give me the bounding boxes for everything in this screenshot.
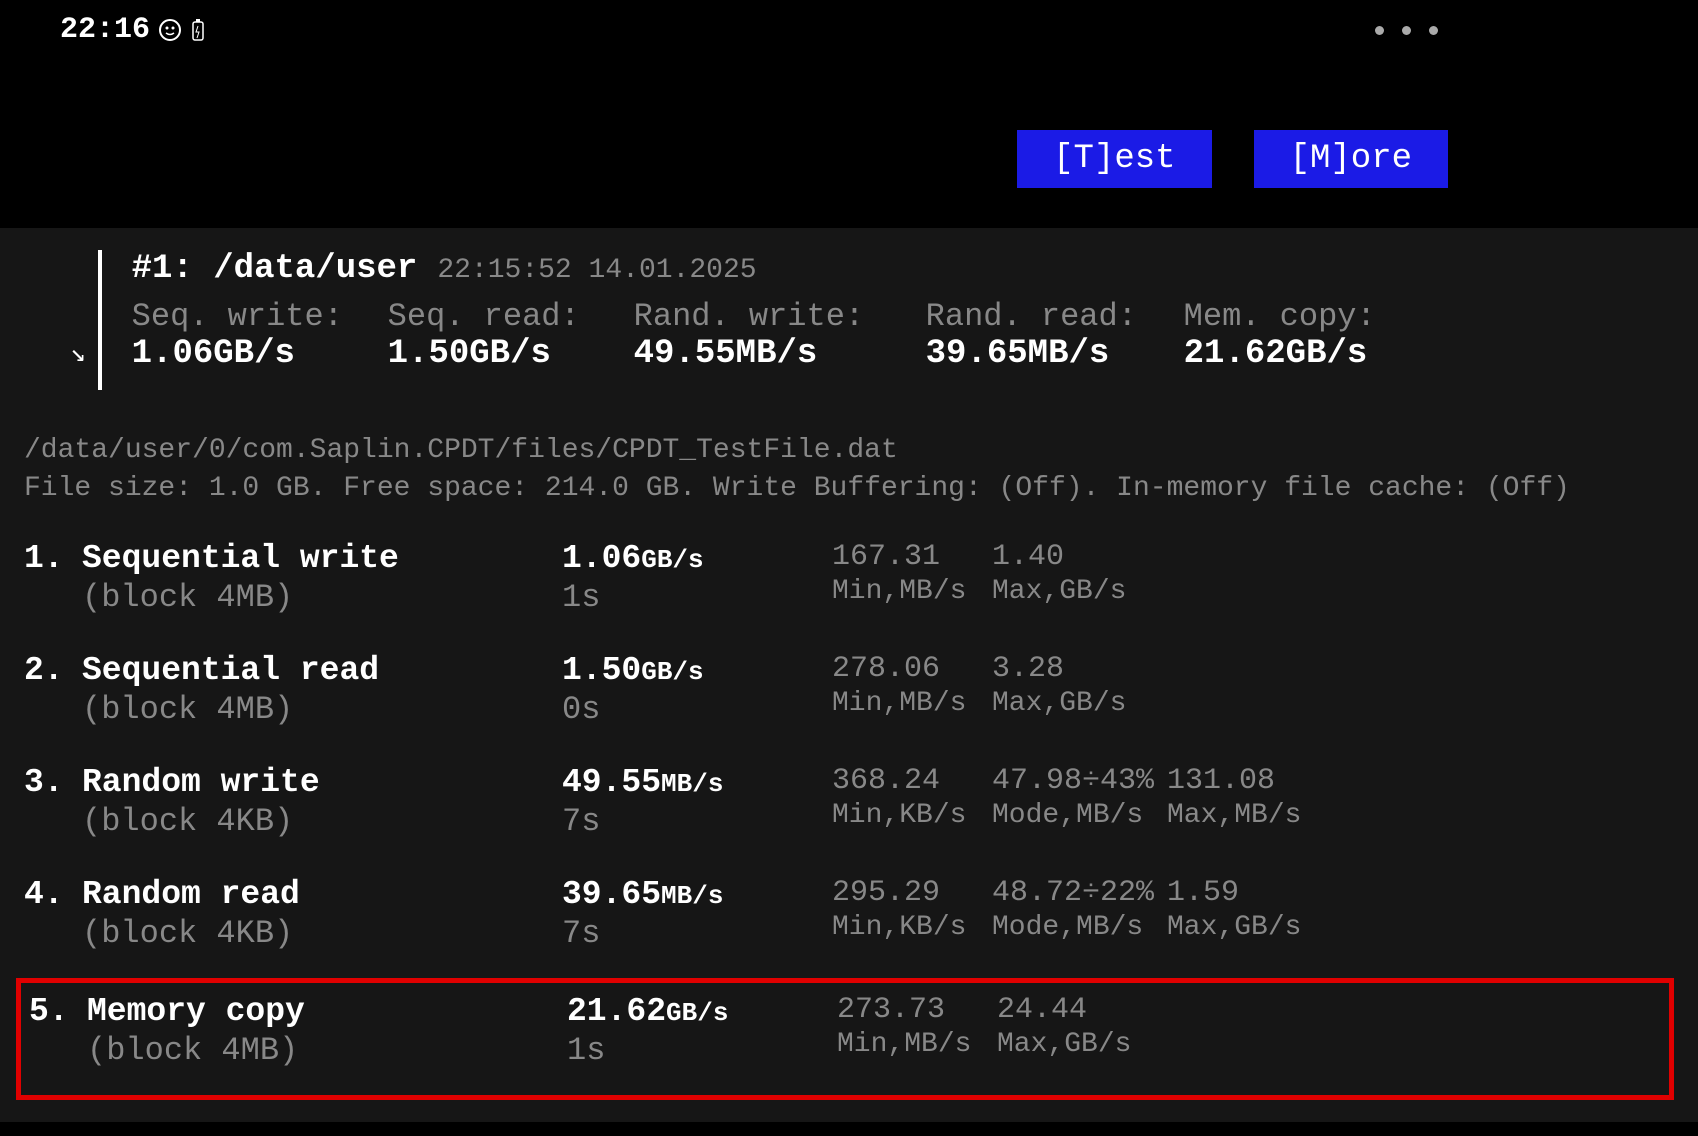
test-name: Sequential read xyxy=(82,652,562,689)
app-icon xyxy=(158,18,182,42)
status-left: 22:16 xyxy=(60,13,206,47)
status-bar: 22:16 xyxy=(0,0,1698,60)
arrow-down-right-icon: ↘ xyxy=(70,338,86,369)
metric-rand-write: Rand. write: 49.55MB/s xyxy=(634,298,926,373)
toolbar: [T]est [M]ore xyxy=(0,60,1698,228)
metrics-row: Seq. write: 1.06GB/s Seq. read: 1.50GB/s… xyxy=(132,298,1440,373)
test-duration: 1s xyxy=(562,579,832,616)
test-speed: 1.06 xyxy=(562,540,641,577)
test-name: Random read xyxy=(82,876,562,913)
test-block: (block 4MB) xyxy=(82,579,562,616)
metric-seq-write: Seq. write: 1.06GB/s xyxy=(132,298,388,373)
test-row-mem-copy: 5. Memory copy (block 4MB) 21.62GB/s 1s … xyxy=(16,978,1674,1100)
status-icons xyxy=(158,18,206,42)
result-summary: ↘ #1: /data/user 22:15:52 14.01.2025 Seq… xyxy=(24,250,1674,390)
test-block: (block 4KB) xyxy=(82,915,562,952)
test-speed: 39.65 xyxy=(562,876,661,913)
test-duration: 1s xyxy=(567,1032,837,1069)
run-label: #1: /data/user xyxy=(132,250,418,288)
more-button[interactable]: [M]ore xyxy=(1254,130,1448,188)
test-duration: 0s xyxy=(562,691,832,728)
test-name: Random write xyxy=(82,764,562,801)
metric-seq-read: Seq. read: 1.50GB/s xyxy=(388,298,634,373)
test-button[interactable]: [T]est xyxy=(1017,130,1211,188)
test-row-rand-read: 4. Random read (block 4KB) 39.65MB/s 7s … xyxy=(24,866,1674,978)
test-duration: 7s xyxy=(562,803,832,840)
content-area: ↘ #1: /data/user 22:15:52 14.01.2025 Seq… xyxy=(0,228,1698,1122)
test-row-seq-read: 2. Sequential read (block 4MB) 1.50GB/s … xyxy=(24,642,1674,754)
file-info: /data/user/0/com.Saplin.CPDT/files/CPDT_… xyxy=(24,432,1674,508)
tests-list: 1. Sequential write (block 4MB) 1.06GB/s… xyxy=(24,530,1674,1100)
test-speed: 1.50 xyxy=(562,652,641,689)
test-speed: 21.62 xyxy=(567,993,666,1030)
battery-icon xyxy=(190,18,206,42)
clock: 22:16 xyxy=(60,13,150,47)
vertical-divider xyxy=(98,250,102,390)
test-row-rand-write: 3. Random write (block 4KB) 49.55MB/s 7s… xyxy=(24,754,1674,866)
test-block: (block 4MB) xyxy=(82,691,562,728)
overflow-menu-icon[interactable] xyxy=(1375,26,1438,35)
test-speed: 49.55 xyxy=(562,764,661,801)
test-duration: 7s xyxy=(562,915,832,952)
metric-rand-read: Rand. read: 39.65MB/s xyxy=(926,298,1184,373)
file-path: /data/user/0/com.Saplin.CPDT/files/CPDT_… xyxy=(24,432,1674,470)
metric-mem-copy: Mem. copy: 21.62GB/s xyxy=(1184,298,1440,373)
run-timestamp: 22:15:52 14.01.2025 xyxy=(437,255,756,286)
file-details: File size: 1.0 GB. Free space: 214.0 GB.… xyxy=(24,470,1674,508)
test-row-seq-write: 1. Sequential write (block 4MB) 1.06GB/s… xyxy=(24,530,1674,642)
test-block: (block 4MB) xyxy=(87,1032,567,1069)
test-block: (block 4KB) xyxy=(82,803,562,840)
test-name: Memory copy xyxy=(87,993,567,1030)
test-name: Sequential write xyxy=(82,540,562,577)
